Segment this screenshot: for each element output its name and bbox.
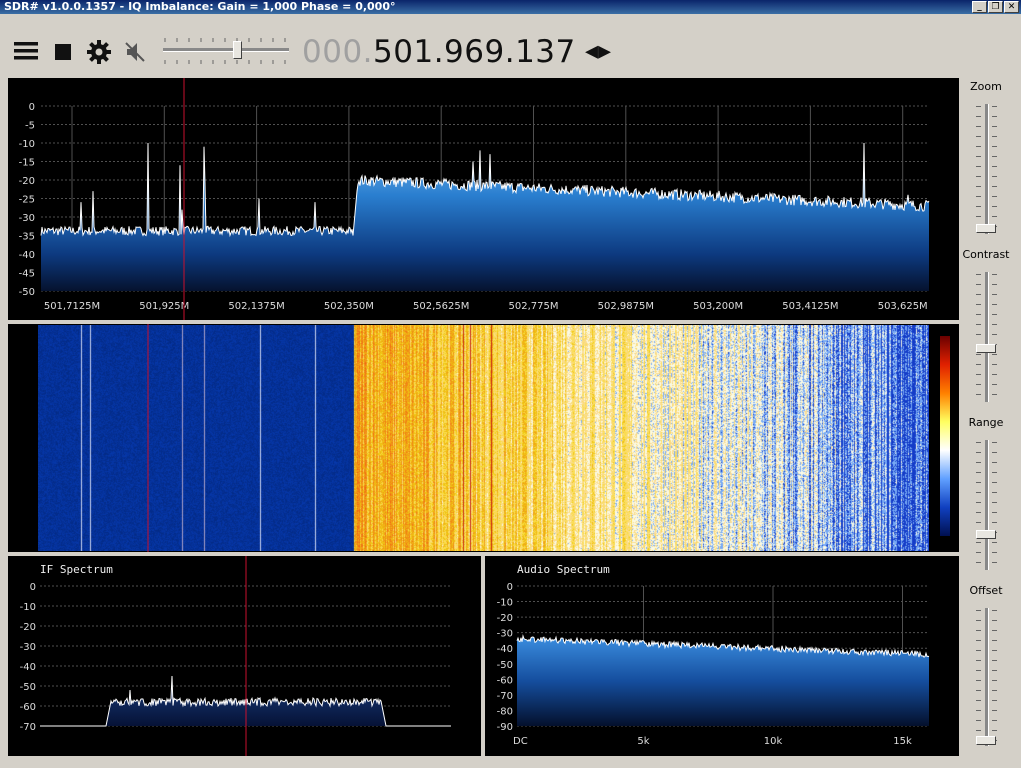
- audio-spectrum-title: Audio Spectrum: [517, 563, 610, 576]
- toolbar: 000.501.969.137 ◂▸: [0, 14, 1021, 76]
- if-y-tick-label: -10: [20, 602, 36, 613]
- offset-slider[interactable]: [976, 608, 997, 746]
- audio-x-tick-label: 10k: [764, 736, 783, 747]
- if-spectrum-title: IF Spectrum: [40, 563, 113, 576]
- main-x-tick-label: 501,925M: [139, 301, 189, 312]
- mute-icon[interactable]: [122, 38, 148, 64]
- frequency-digits[interactable]: 501.969.137: [373, 34, 576, 70]
- audio-x-tick-label: 5k: [637, 736, 649, 747]
- main-y-tick-label: -40: [19, 250, 35, 261]
- contrast-label: Contrast: [962, 248, 1010, 261]
- main-y-tick-label: -30: [19, 213, 35, 224]
- audio-y-tick-label: -50: [497, 660, 513, 671]
- range-slider[interactable]: [976, 440, 997, 570]
- main-x-tick-label: 502,350M: [324, 301, 374, 312]
- main-x-tick-label: 502,5625M: [413, 301, 469, 312]
- main-x-tick-label: 502,9875M: [598, 301, 654, 312]
- zoom-slider[interactable]: [976, 104, 997, 234]
- maximize-button[interactable]: ❐: [988, 1, 1003, 13]
- main-y-tick-label: -10: [19, 139, 35, 150]
- contrast-slider-thumb[interactable]: [976, 344, 996, 353]
- zoom-label: Zoom: [970, 80, 1002, 93]
- gear-icon[interactable]: [86, 38, 112, 64]
- if-y-tick-label: -40: [20, 662, 36, 673]
- main-x-tick-label: 502,1375M: [228, 301, 284, 312]
- main-spectrum-plot[interactable]: 0 -5 -10 -15 -20 -25 -30 -35 -40 -45 -50 501,7125M…: [8, 78, 959, 320]
- audio-y-tick-label: -70: [497, 691, 513, 702]
- audio-spectrum-panel[interactable]: Audio Spectrum 0 -10 -20 -30 -40 -50 -60 -70 -80…: [485, 556, 959, 756]
- main-y-tick-label: -50: [19, 287, 35, 298]
- waterfall-panel[interactable]: [8, 324, 959, 552]
- if-y-tick-label: -70: [20, 722, 36, 733]
- range-slider-thumb[interactable]: [976, 530, 996, 539]
- main-y-tick-label: -15: [19, 158, 35, 169]
- main-y-tick-label: -20: [19, 176, 35, 187]
- main-spectrum-panel[interactable]: 0 -5 -10 -15 -20 -25 -30 -35 -40 -45 -50 501,7125M…: [8, 78, 959, 320]
- volume-slider[interactable]: [163, 36, 289, 66]
- audio-y-tick-label: -10: [497, 598, 513, 609]
- main-x-tick-label: 503,625M: [878, 301, 928, 312]
- if-y-tick-label: -20: [20, 622, 36, 633]
- contrast-slider[interactable]: [976, 272, 997, 402]
- audio-spectrum-plot[interactable]: Audio Spectrum 0 -10 -20 -30 -40 -50 -60 -70 -80…: [485, 556, 959, 756]
- frequency-display[interactable]: 000.501.969.137: [302, 32, 576, 72]
- frequency-leading-digits[interactable]: 000.: [302, 34, 373, 70]
- audio-y-tick-label: -90: [497, 722, 513, 733]
- waterfall-display[interactable]: [38, 325, 929, 551]
- main-x-tick-label: 502,775M: [509, 301, 559, 312]
- if-y-tick-label: 0: [30, 582, 36, 593]
- main-y-tick-label: -5: [25, 121, 35, 132]
- audio-y-tick-label: -60: [497, 675, 513, 686]
- main-y-tick-label: 0: [29, 102, 35, 113]
- audio-y-tick-label: -40: [497, 644, 513, 655]
- volume-slider-thumb[interactable]: [233, 41, 242, 59]
- window-title: SDR# v1.0.0.1357 - IQ Imbalance: Gain = …: [4, 0, 396, 13]
- audio-y-tick-label: -30: [497, 629, 513, 640]
- audio-y-tick-label: -80: [497, 706, 513, 717]
- offset-label: Offset: [969, 584, 1003, 597]
- close-button[interactable]: ✕: [1004, 1, 1019, 13]
- main-y-tick-label: -35: [19, 232, 35, 243]
- audio-y-tick-label: -20: [497, 613, 513, 624]
- audio-x-tick-label: 15k: [893, 736, 912, 747]
- tune-arrows-icon[interactable]: ◂▸: [585, 36, 611, 66]
- range-label: Range: [968, 416, 1004, 429]
- main-y-tick-label: -25: [19, 195, 35, 206]
- offset-slider-thumb[interactable]: [976, 736, 996, 745]
- main-x-tick-label: 501,7125M: [44, 301, 100, 312]
- audio-spectrum-fill: [517, 636, 929, 726]
- if-spectrum-panel[interactable]: IF Spectrum 0 -10 -20 -30 -40 -50 -60 -70: [8, 556, 481, 756]
- waterfall-color-scale: [940, 336, 950, 536]
- main-y-tick-label: -45: [19, 269, 35, 280]
- if-spectrum-plot[interactable]: IF Spectrum 0 -10 -20 -30 -40 -50 -60 -70: [8, 556, 481, 756]
- minimize-button[interactable]: _: [972, 1, 987, 13]
- audio-x-tick-label: DC: [513, 736, 528, 747]
- zoom-slider-thumb[interactable]: [976, 224, 996, 233]
- title-bar: SDR# v1.0.0.1357 - IQ Imbalance: Gain = …: [0, 0, 1021, 14]
- status-bar: [0, 756, 1021, 768]
- menu-icon[interactable]: [13, 38, 39, 64]
- if-y-tick-label: -60: [20, 702, 36, 713]
- if-y-tick-label: -50: [20, 682, 36, 693]
- main-x-tick-label: 503,200M: [693, 301, 743, 312]
- stop-icon[interactable]: [50, 38, 76, 64]
- if-y-tick-label: -30: [20, 642, 36, 653]
- main-x-tick-label: 503,4125M: [782, 301, 838, 312]
- audio-y-tick-label: 0: [507, 582, 513, 593]
